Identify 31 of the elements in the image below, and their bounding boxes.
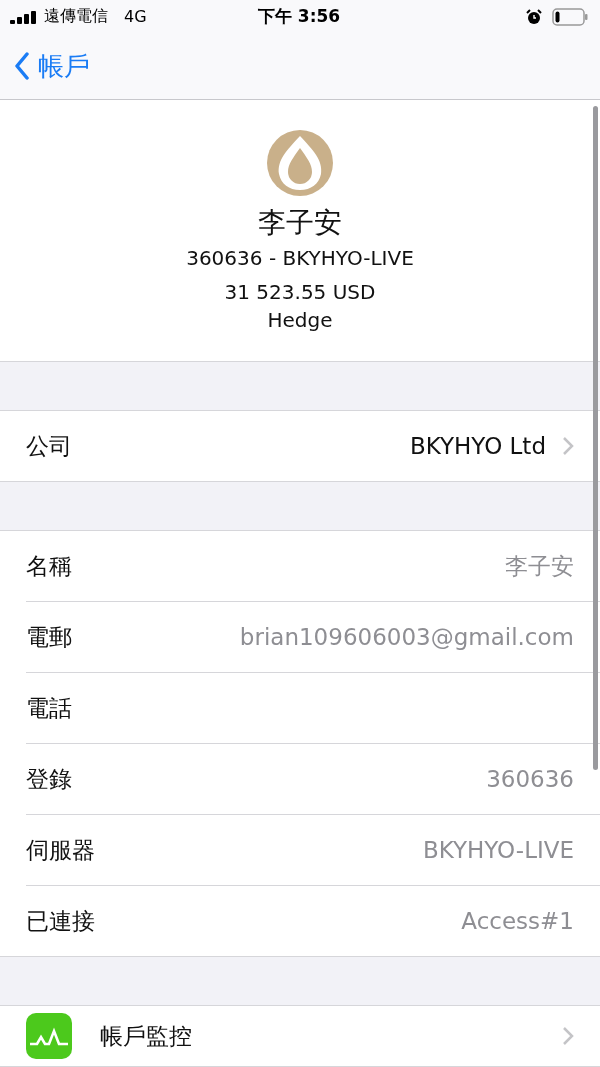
carrier-name: 遠傳電信 — [44, 6, 108, 28]
account-login-server: 360636 - BKYHYO-LIVE — [186, 245, 414, 270]
row-value: Access#1 — [461, 908, 574, 934]
row-label: 電話 — [26, 693, 73, 723]
account-mode: Hedge — [267, 307, 333, 332]
chevron-icon — [562, 1026, 574, 1046]
row-value: BKYHYO-LIVE — [422, 837, 574, 863]
account-balance: 31 523.55 USD — [224, 279, 376, 304]
network-type: 4G — [124, 7, 147, 27]
chevron-icon — [562, 436, 574, 456]
row-label: 登錄 — [26, 764, 73, 794]
alarm-icon — [526, 8, 542, 25]
account-name: 李子安 — [258, 204, 342, 241]
row-label: 公司 — [26, 431, 73, 461]
row-label: 名稱 — [26, 551, 73, 581]
monitor-row[interactable]: 帳戶監控 — [0, 1006, 600, 1066]
pulse-chart-icon — [26, 1013, 72, 1059]
back-button[interactable]: 帳戶 — [14, 48, 90, 84]
broker-logo-icon — [267, 129, 333, 196]
row-label: 電郵 — [26, 622, 73, 652]
back-chevron-icon — [14, 52, 30, 81]
status-time: 下午 3:56 — [257, 5, 341, 29]
row-value: 李子安 — [505, 551, 574, 581]
row-label: 帳戶監控 — [100, 1021, 193, 1051]
row-label: 已連接 — [26, 906, 96, 936]
signal-icon — [10, 9, 38, 24]
row-label: 伺服器 — [26, 835, 96, 865]
battery-icon — [552, 7, 588, 26]
row-value: 360636 — [486, 766, 574, 792]
row-value: brian109606003@gmail.com — [239, 624, 574, 650]
row-value: BKYHYO Ltd — [409, 433, 546, 459]
